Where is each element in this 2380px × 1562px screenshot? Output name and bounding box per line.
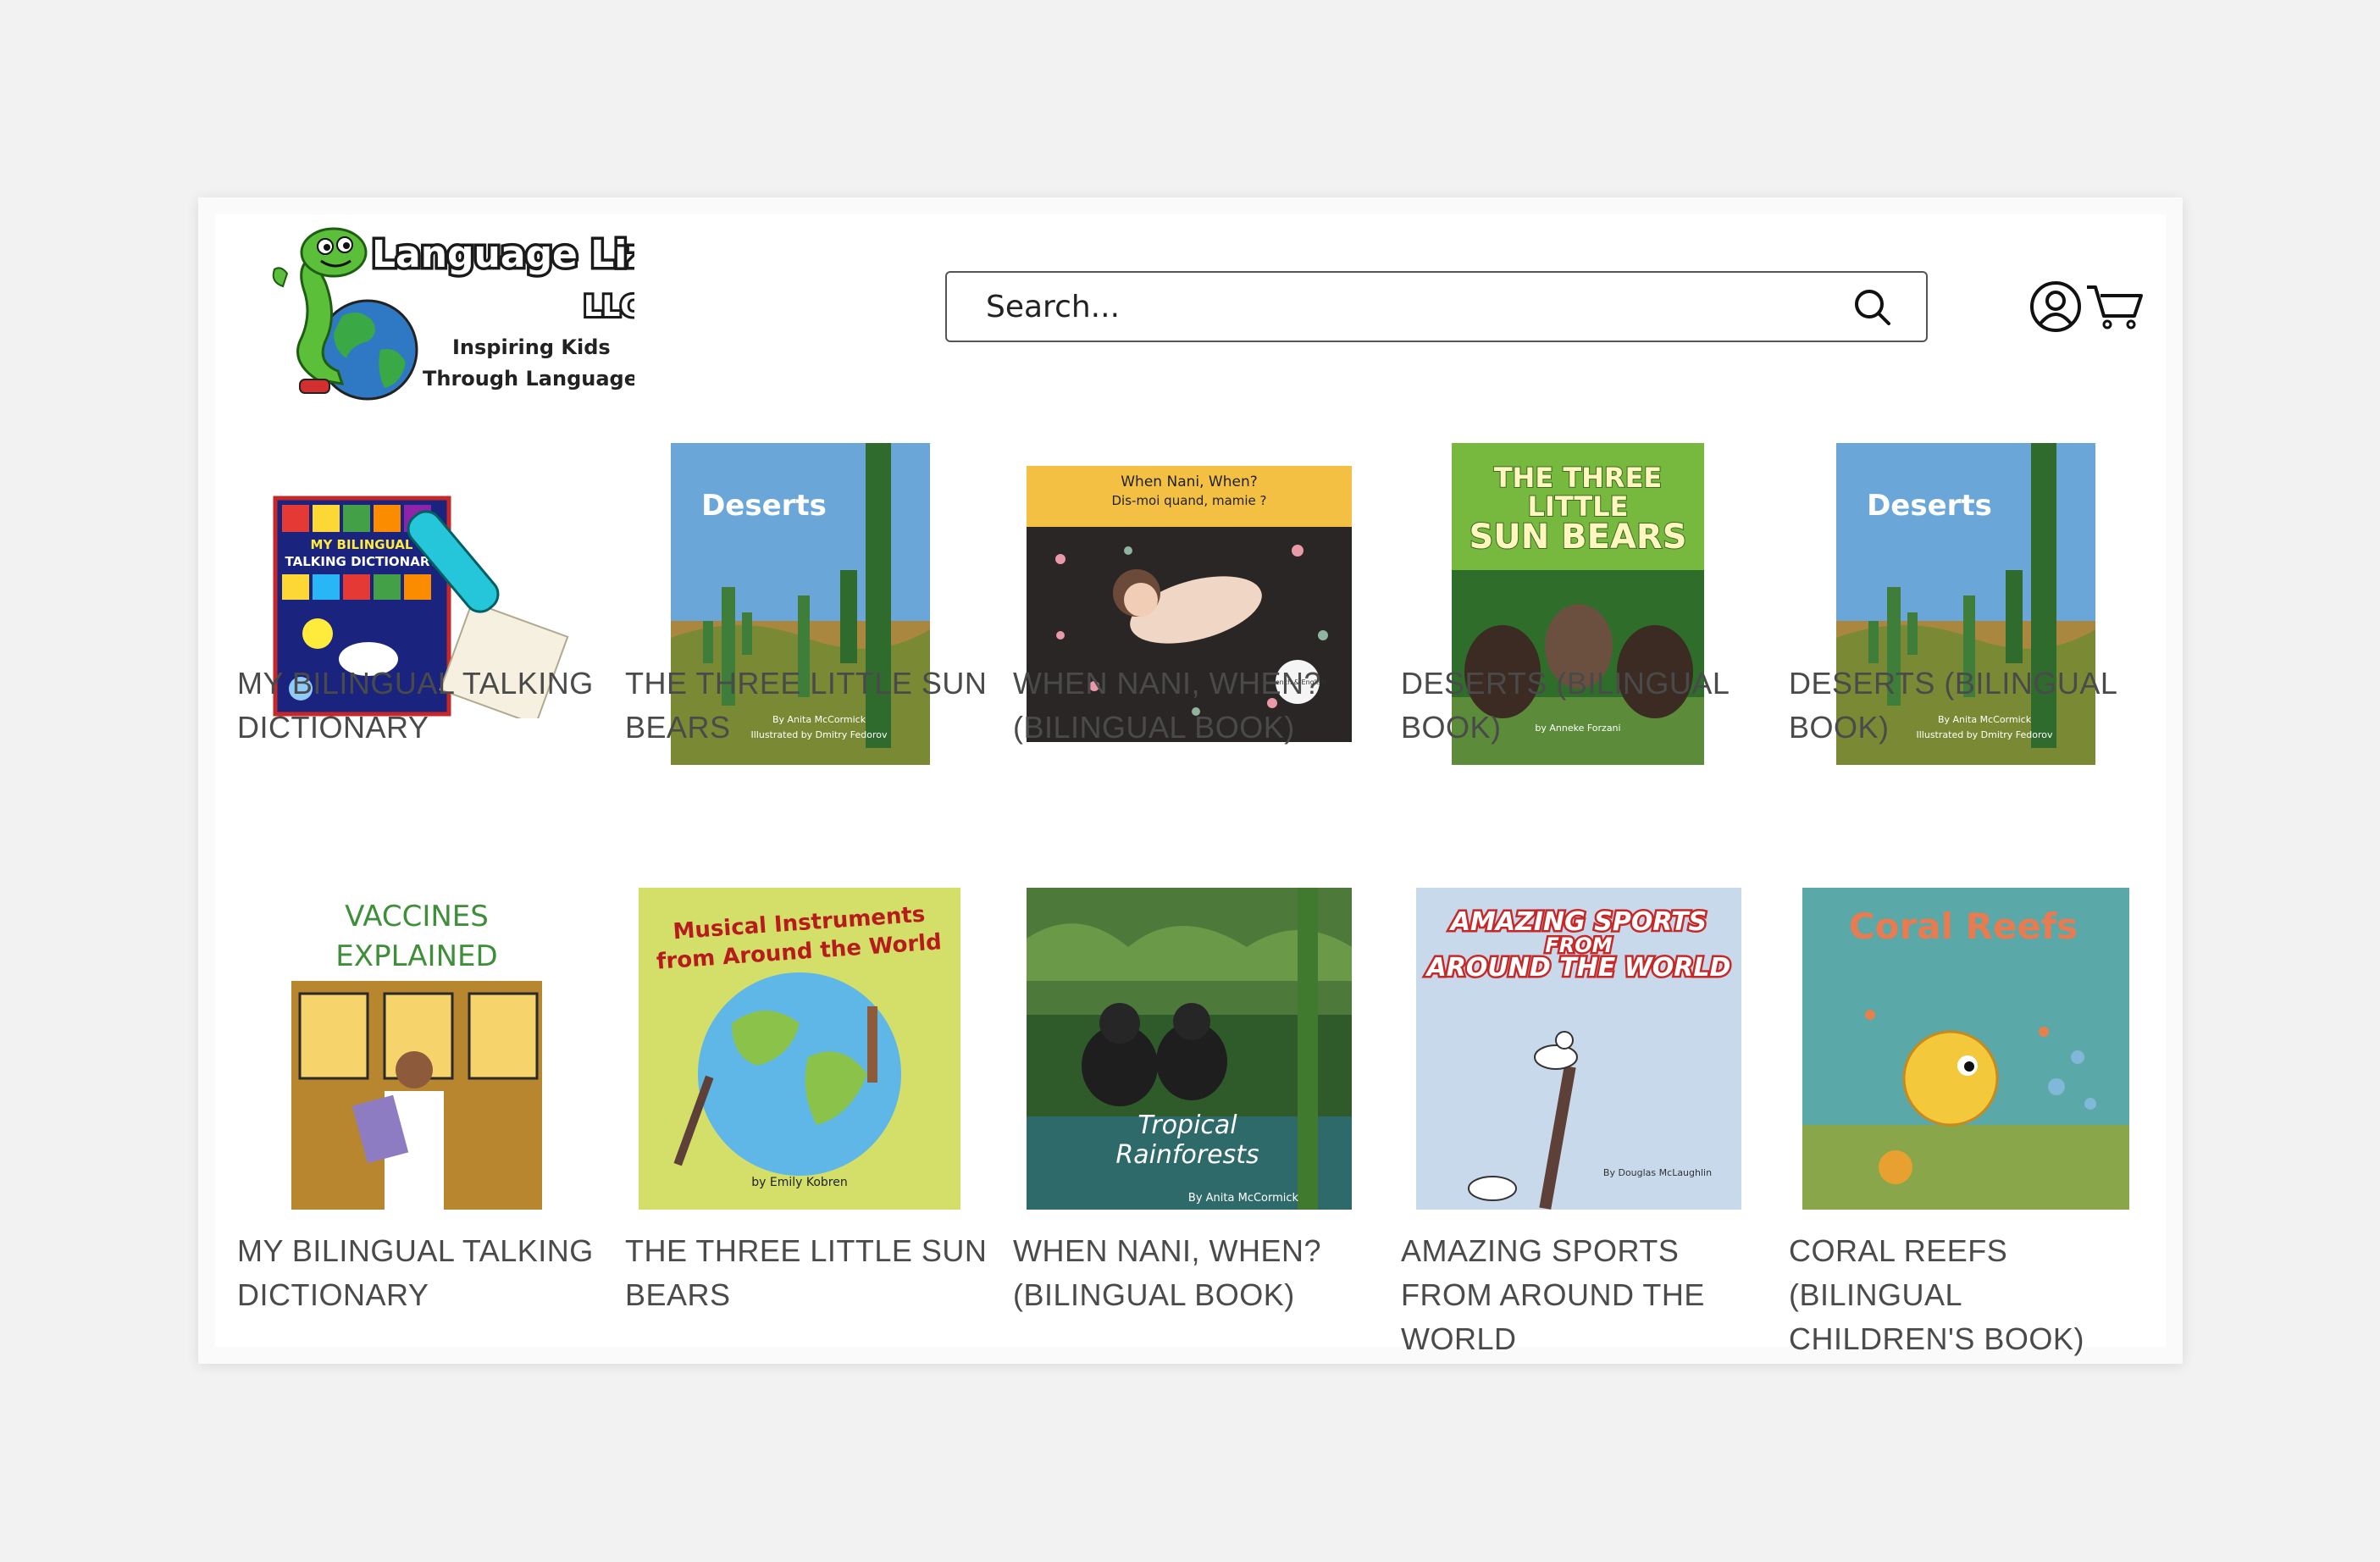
product-title[interactable]: DESERTS (BILINGUAL BOOK) bbox=[1401, 662, 1765, 750]
product-card[interactable]: Deserts By Anita McCormick Illustrated b… bbox=[1789, 443, 2153, 917]
product-title[interactable]: THE THREE LITTLE SUN BEARS bbox=[625, 662, 989, 750]
product-title[interactable]: MY BILINGUAL TALKING DICTIONARY bbox=[237, 662, 601, 750]
cover-text: Deserts bbox=[701, 489, 827, 523]
cover-text: By Douglas McLaughlin bbox=[1603, 1167, 1712, 1178]
product-card[interactable]: Musical Instruments from Around the Worl… bbox=[625, 888, 989, 1362]
product-title[interactable]: WHEN NANI, WHEN? (BILINGUAL BOOK) bbox=[1013, 662, 1377, 750]
product-title[interactable]: WHEN NANI, WHEN? (BILINGUAL BOOK) bbox=[1013, 1229, 1377, 1317]
cover-text: SUN BEARS bbox=[1469, 518, 1686, 557]
cover-text: Dis-moi quand, mamie ? bbox=[1112, 493, 1267, 508]
product-cover-image[interactable]: Tropical Rainforests By Anita McCormick bbox=[1027, 888, 1352, 1210]
store-frame: Language Lizard LLC Inspiring Kids Throu… bbox=[198, 197, 2183, 1364]
product-grid: MY BILINGUAL TALKING DICTIONARY MY BILIN… bbox=[215, 214, 2166, 1356]
product-cover-image[interactable]: Musical Instruments from Around the Worl… bbox=[639, 888, 960, 1210]
cover-text: TALKING DICTIONARY bbox=[285, 554, 440, 569]
cover-text: by Emily Kobren bbox=[751, 1176, 848, 1189]
product-title[interactable]: THE THREE LITTLE SUN BEARS bbox=[625, 1229, 989, 1317]
product-card[interactable]: AMAZING SPORTS FROM AROUND THE WORLD By … bbox=[1401, 888, 1765, 1362]
product-cover-image[interactable]: Coral Reefs bbox=[1802, 888, 2129, 1210]
cover-text: When Nani, When? bbox=[1121, 474, 1258, 490]
cover-text: Rainforests bbox=[1115, 1140, 1259, 1170]
cover-text: AMAZING SPORTS bbox=[1449, 907, 1707, 937]
product-card[interactable]: VACCINES EXPLAINED MY BILINGUAL TALKING … bbox=[237, 888, 601, 1362]
product-card[interactable]: When Nani, When? Dis-moi quand, mamie ? … bbox=[1013, 443, 1377, 917]
cover-text: Deserts bbox=[1867, 489, 1992, 523]
product-card[interactable]: Tropical Rainforests By Anita McCormick … bbox=[1013, 888, 1377, 1362]
product-card[interactable]: MY BILINGUAL TALKING DICTIONARY MY BILIN… bbox=[237, 443, 601, 917]
cover-text: EXPLAINED bbox=[335, 939, 497, 973]
cover-text: MY BILINGUAL bbox=[311, 537, 413, 552]
cover-text: Coral Reefs bbox=[1849, 906, 2078, 947]
product-title[interactable]: CORAL REEFS (BILINGUAL CHILDREN'S BOOK) bbox=[1789, 1229, 2153, 1361]
product-cover-image[interactable]: AMAZING SPORTS FROM AROUND THE WORLD By … bbox=[1416, 888, 1741, 1210]
cover-text: VACCINES bbox=[345, 900, 489, 933]
product-title[interactable]: MY BILINGUAL TALKING DICTIONARY bbox=[237, 1229, 601, 1317]
product-card[interactable]: THE THREE LITTLE SUN BEARS by Anneke For… bbox=[1401, 443, 1765, 917]
cover-text: AROUND THE WORLD bbox=[1425, 953, 1731, 983]
cover-text: Tropical bbox=[1137, 1111, 1237, 1140]
product-card[interactable]: Deserts By Anita McCormick Illustrated b… bbox=[625, 443, 989, 917]
cover-text: By Anita McCormick bbox=[1188, 1192, 1299, 1205]
product-card[interactable]: Coral Reefs CORAL REEFS (BILINGUAL CHILD… bbox=[1789, 888, 2153, 1362]
cover-text: THE THREE bbox=[1494, 462, 1663, 494]
product-title[interactable]: DESERTS (BILINGUAL BOOK) bbox=[1789, 662, 2153, 750]
product-cover-image[interactable]: VACCINES EXPLAINED bbox=[291, 888, 542, 1210]
store-page: Language Lizard LLC Inspiring Kids Throu… bbox=[215, 214, 2166, 1356]
product-title[interactable]: AMAZING SPORTS FROM AROUND THE WORLD bbox=[1401, 1229, 1765, 1361]
